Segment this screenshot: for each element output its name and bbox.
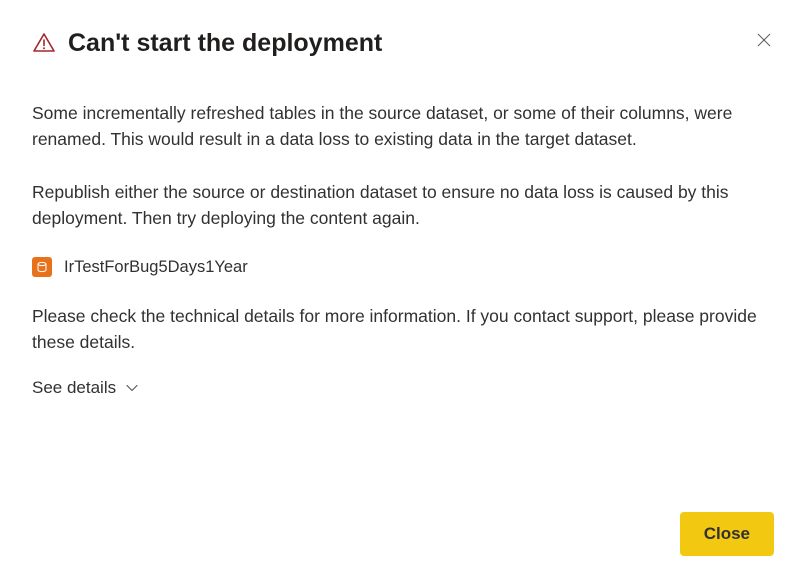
dialog-header: Can't start the deployment [32, 28, 774, 58]
close-icon [757, 33, 771, 52]
dialog-paragraph-3: Please check the technical details for m… [32, 303, 774, 356]
dialog-footer: Close [680, 512, 774, 556]
dataset-name-label: IrTestForBug5Days1Year [64, 258, 248, 277]
close-button[interactable]: Close [680, 512, 774, 556]
dataset-icon [32, 257, 52, 277]
dataset-item: IrTestForBug5Days1Year [32, 257, 774, 277]
dialog-title: Can't start the deployment [68, 28, 382, 58]
close-icon-button[interactable] [752, 30, 776, 54]
warning-icon [32, 31, 56, 55]
dialog-paragraph-1: Some incrementally refreshed tables in t… [32, 100, 774, 153]
see-details-label: See details [32, 378, 116, 398]
see-details-toggle[interactable]: See details [32, 378, 138, 398]
chevron-down-icon [126, 384, 138, 392]
dialog-paragraph-2: Republish either the source or destinati… [32, 179, 774, 232]
error-dialog: Can't start the deployment Some incremen… [0, 0, 806, 580]
